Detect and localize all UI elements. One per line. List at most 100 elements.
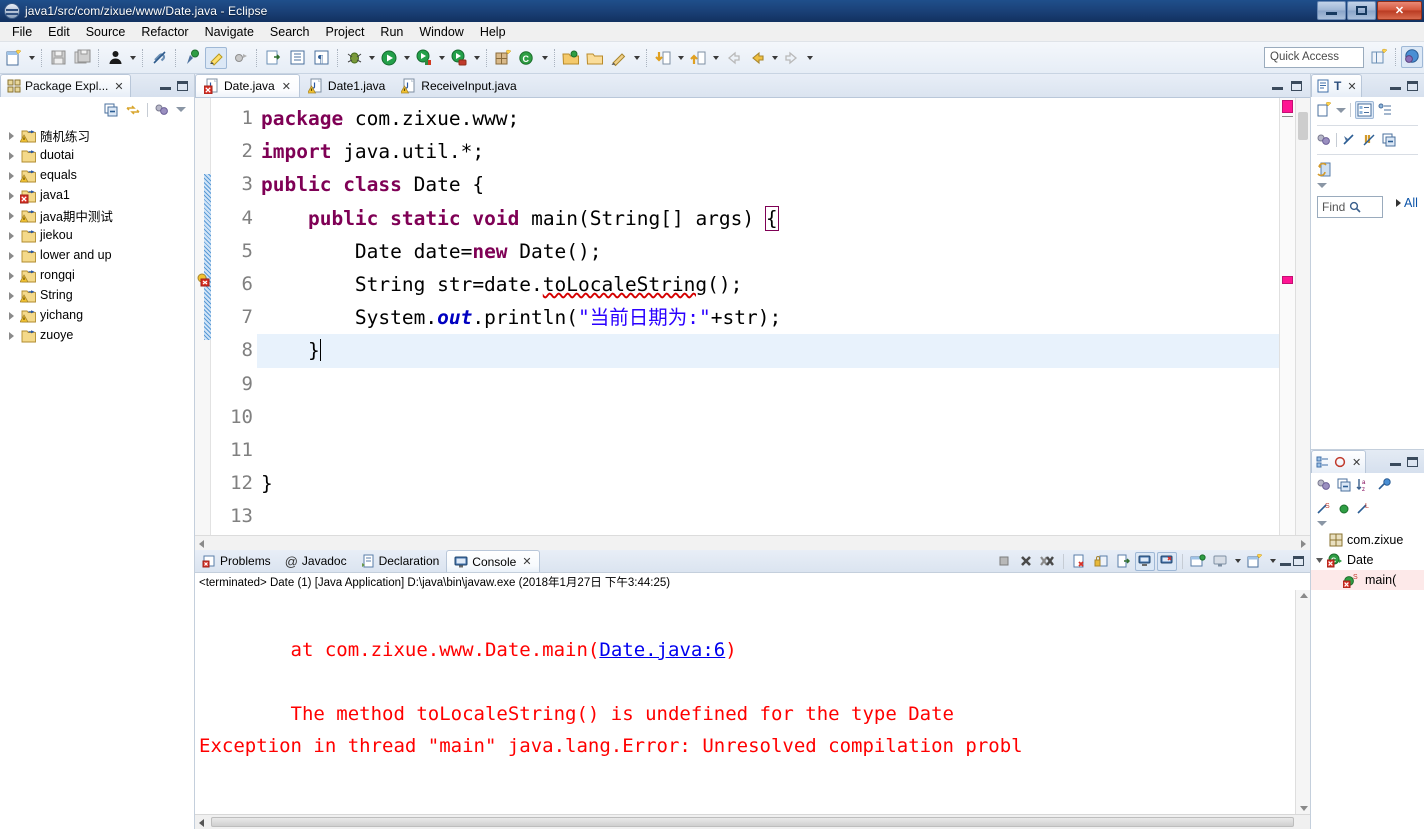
edit-icon[interactable] — [608, 47, 630, 69]
new-class-dropdown-icon[interactable] — [539, 47, 550, 69]
outline-item[interactable]: CDate — [1311, 550, 1424, 570]
new-console-dropdown-icon[interactable] — [1267, 550, 1278, 572]
editor-scroll-thumb[interactable] — [1298, 112, 1308, 140]
editor-marker-ruler[interactable] — [195, 98, 211, 535]
code-line[interactable]: import java.util.*; — [257, 135, 1279, 168]
maximize-view-icon[interactable] — [1407, 80, 1418, 91]
open-package-icon[interactable] — [584, 47, 606, 69]
hide-completed-icon[interactable] — [1341, 132, 1357, 148]
filter-icon[interactable] — [1361, 132, 1377, 148]
focus-icon[interactable] — [1316, 477, 1332, 493]
back-dropdown-icon[interactable] — [769, 47, 780, 69]
expand-arrow-icon[interactable] — [6, 190, 17, 201]
code-line[interactable]: } — [257, 334, 1279, 368]
menu-item-help[interactable]: Help — [472, 23, 514, 41]
clear-console-icon[interactable] — [1069, 552, 1089, 571]
menu-item-run[interactable]: Run — [372, 23, 411, 41]
run-dropdown-icon[interactable] — [401, 47, 412, 69]
minimize-editor-icon[interactable] — [1272, 87, 1283, 90]
menu-item-edit[interactable]: Edit — [40, 23, 78, 41]
tab-task-list[interactable]: T ✕ — [1311, 74, 1362, 97]
hide-local-icon[interactable]: L — [1356, 501, 1372, 517]
highlight-icon[interactable] — [205, 46, 227, 69]
focus-icon[interactable] — [1316, 132, 1332, 148]
expand-arrow-icon[interactable] — [6, 270, 17, 281]
new-java-class-icon[interactable]: C — [516, 47, 538, 69]
code-line[interactable] — [257, 434, 1279, 467]
forward-icon[interactable] — [781, 47, 803, 69]
debug-icon[interactable] — [343, 47, 365, 69]
tab-declaration[interactable]: Declaration — [354, 550, 447, 572]
hide-fields-icon[interactable] — [1376, 477, 1392, 493]
hide-static-icon[interactable]: S — [1316, 501, 1332, 517]
menu-item-window[interactable]: Window — [411, 23, 471, 41]
code-line[interactable]: public static void main(String[] args) { — [257, 202, 1279, 235]
new-wizard-dropdown-icon[interactable] — [26, 47, 37, 69]
scroll-right-arrow-icon[interactable] — [1301, 540, 1306, 548]
expand-arrow-icon[interactable] — [6, 330, 17, 341]
editor-overview-ruler[interactable] — [1279, 98, 1295, 535]
open-perspective-icon[interactable] — [1368, 46, 1390, 68]
expand-arrow-icon[interactable] — [6, 310, 17, 321]
code-line[interactable] — [257, 401, 1279, 434]
code-line[interactable]: public class Date { — [257, 168, 1279, 201]
outline-item[interactable]: com.zixue — [1311, 530, 1424, 550]
find-all-link[interactable]: All — [1404, 196, 1418, 210]
menu-item-project[interactable]: Project — [318, 23, 373, 41]
code-line[interactable] — [257, 368, 1279, 401]
overview-error-marker[interactable] — [1282, 276, 1293, 284]
open-task-icon[interactable] — [286, 47, 308, 69]
minimize-view-icon[interactable] — [1390, 463, 1401, 466]
package-explorer-item[interactable]: 随机练习 — [0, 125, 194, 145]
tab-outline[interactable]: ✕ — [1311, 450, 1367, 473]
external-tools-dropdown-icon[interactable] — [436, 47, 447, 69]
collapse-all-icon[interactable] — [103, 102, 119, 118]
show-console-on-output-icon[interactable] — [1113, 552, 1133, 571]
scroll-left-arrow-icon[interactable] — [199, 540, 204, 548]
save-icon[interactable] — [47, 47, 69, 69]
console-display-icon[interactable] — [1210, 552, 1230, 571]
package-explorer-item[interactable]: equals — [0, 165, 194, 185]
editor-tab[interactable]: Date.java ✕ — [195, 74, 300, 97]
save-all-icon[interactable] — [71, 47, 93, 69]
toggle-pilcrow-icon[interactable]: ¶ — [310, 47, 332, 69]
debug-dropdown-icon[interactable] — [366, 47, 377, 69]
tab-javadoc[interactable]: @ Javadoc — [278, 550, 354, 572]
close-icon[interactable]: ✕ — [1352, 456, 1361, 469]
console-scroll-down-icon[interactable] — [1300, 806, 1308, 811]
menu-item-search[interactable]: Search — [262, 23, 318, 41]
console-scroll-left-icon[interactable] — [199, 819, 204, 827]
open-console-icon[interactable] — [1188, 552, 1208, 571]
close-icon[interactable]: ✕ — [282, 80, 291, 93]
code-line[interactable]: String str=date.toLocaleString(); — [257, 268, 1279, 301]
package-explorer-item[interactable]: java期中测试 — [0, 205, 194, 225]
edit-dropdown-icon[interactable] — [631, 47, 642, 69]
expand-arrow-icon[interactable] — [6, 210, 17, 221]
coverage-icon[interactable] — [448, 47, 470, 69]
tab-problems[interactable]: Problems — [195, 550, 278, 572]
editor-vertical-scrollbar[interactable] — [1295, 98, 1310, 535]
new-task-dropdown-icon[interactable] — [1336, 107, 1346, 113]
close-icon[interactable]: ✕ — [522, 555, 531, 568]
new-wizard-icon[interactable] — [3, 47, 25, 69]
package-explorer-item[interactable]: jiekou — [0, 225, 194, 245]
editor-code[interactable]: package com.zixue.www; import java.util.*… — [257, 98, 1279, 535]
flat-presentation-icon[interactable] — [1378, 103, 1393, 117]
next-annotation-icon[interactable] — [687, 47, 709, 69]
menu-item-navigate[interactable]: Navigate — [197, 23, 262, 41]
console-hscroll-thumb[interactable] — [211, 817, 1294, 827]
package-explorer-item[interactable]: duotai — [0, 145, 194, 165]
minimize-view-icon[interactable] — [160, 87, 171, 90]
editor-tab[interactable]: Date1.java — [300, 74, 393, 97]
expand-arrow-icon[interactable] — [6, 170, 17, 181]
menu-item-source[interactable]: Source — [78, 23, 134, 41]
forward-dropdown-icon[interactable] — [804, 47, 815, 69]
console-horizontal-scrollbar[interactable] — [195, 814, 1310, 829]
expand-arrow-icon[interactable] — [6, 230, 17, 241]
open-resource-icon[interactable] — [560, 47, 582, 69]
skip-breakpoints-icon[interactable] — [229, 47, 251, 69]
package-explorer-item[interactable]: lower and up — [0, 245, 194, 265]
coverage-dropdown-icon[interactable] — [471, 47, 482, 69]
package-explorer-item[interactable]: yichang — [0, 305, 194, 325]
remove-all-terminated-icon[interactable] — [1038, 552, 1058, 571]
